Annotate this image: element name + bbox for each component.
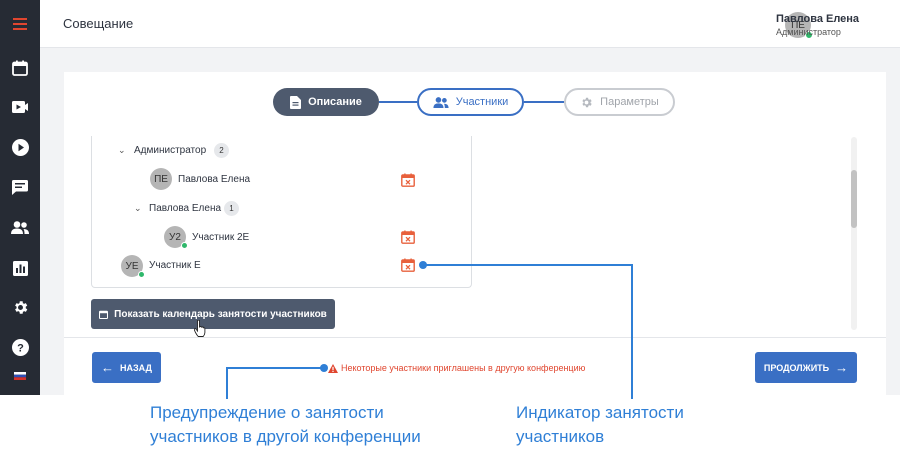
step-connector <box>379 101 417 103</box>
scrollbar-track[interactable] <box>851 137 857 330</box>
callout-line-2: участников <box>516 427 605 446</box>
participant-avatar: ПЕ <box>150 168 172 190</box>
count-badge: 2 <box>214 143 229 158</box>
calendar-icon <box>99 310 109 319</box>
step-label: Участники <box>455 96 509 108</box>
callout-line <box>631 264 633 399</box>
video-camera-icon[interactable] <box>10 97 30 117</box>
group-label: Администратор <box>134 145 207 156</box>
callout-line-1: Индикатор занятости <box>516 403 684 422</box>
callout-line <box>425 264 633 266</box>
participant-name: Участник 2Е <box>192 232 250 243</box>
hand-cursor-icon <box>194 320 206 337</box>
continue-button[interactable]: ПРОДОЛЖИТЬ → <box>755 352 857 383</box>
step-label: Описание <box>308 96 362 108</box>
help-icon[interactable]: ? <box>10 337 30 357</box>
callout-line-2: участников в другой конференции <box>150 427 421 446</box>
busy-warning: Некоторые участники приглашены в другую … <box>328 363 585 373</box>
continue-label: ПРОДОЛЖИТЬ <box>763 362 830 373</box>
user-name: Павлова Елена <box>776 13 860 25</box>
users-icon[interactable] <box>10 217 30 237</box>
busy-calendar-icon[interactable] <box>401 230 415 244</box>
busy-calendar-icon[interactable] <box>401 173 415 187</box>
scrollbar-thumb[interactable] <box>851 170 857 228</box>
callout-line <box>228 367 322 369</box>
indicator-callout-text: Индикатор занятости участников <box>516 401 684 449</box>
chat-icon[interactable] <box>10 177 30 197</box>
app-screen: ? Совещание ПЕ Павлова Елена Администрат… <box>0 0 900 395</box>
back-label: НАЗАД <box>120 362 152 373</box>
online-status-dot <box>138 271 145 278</box>
sidebar: ? <box>0 0 40 395</box>
count-badge: 1 <box>224 201 239 216</box>
calendar-icon[interactable] <box>10 58 30 78</box>
bar-chart-icon[interactable] <box>10 258 30 278</box>
gear-icon <box>582 97 592 107</box>
warning-triangle-icon <box>328 363 338 373</box>
footer-divider <box>64 337 886 338</box>
participant-avatar: УЕ <box>121 255 145 278</box>
participant-name: Павлова Елена <box>178 174 251 185</box>
busy-calendar-icon[interactable] <box>401 258 415 272</box>
chevron-down-icon[interactable]: ⌄ <box>118 145 126 156</box>
callout-line <box>226 367 228 399</box>
avatar-initials: У2 <box>169 231 181 243</box>
user-role: Администратор <box>776 27 841 37</box>
callout-line-1: Предупреждение о занятости <box>150 403 384 422</box>
step-label: Параметры <box>600 96 659 108</box>
gear-icon[interactable] <box>10 297 30 317</box>
show-calendar-button[interactable]: Показать календарь занятости участников <box>91 299 335 329</box>
group-label: Павлова Елена <box>149 203 222 214</box>
russian-flag-icon[interactable] <box>10 366 30 386</box>
warning-callout-text: Предупреждение о занятости участников в … <box>150 401 421 449</box>
participant-avatar: У2 <box>164 226 188 249</box>
users-icon <box>433 96 449 108</box>
step-description[interactable]: Описание <box>273 88 379 116</box>
hamburger-menu-icon[interactable] <box>10 14 30 34</box>
page-title: Совещание <box>63 16 134 31</box>
warning-text: Некоторые участники приглашены в другую … <box>341 363 586 373</box>
chevron-down-icon[interactable]: ⌄ <box>134 203 142 214</box>
online-status-dot <box>181 242 188 249</box>
avatar-initials: УЕ <box>125 260 139 272</box>
back-button[interactable]: ← НАЗАД <box>92 352 161 383</box>
top-bar: Совещание <box>40 0 900 48</box>
show-calendar-label: Показать календарь занятости участников <box>114 308 327 320</box>
step-participants[interactable]: Участники <box>417 88 524 116</box>
step-parameters[interactable]: Параметры <box>564 88 675 116</box>
arrow-left-icon: ← <box>101 360 115 375</box>
arrow-right-icon: → <box>835 360 849 375</box>
step-connector <box>524 101 564 103</box>
svg-text:?: ? <box>17 342 24 354</box>
play-icon[interactable] <box>10 137 30 157</box>
avatar-initials: ПЕ <box>154 173 168 185</box>
participant-name: Участник Е <box>149 260 201 271</box>
document-icon <box>290 95 302 109</box>
